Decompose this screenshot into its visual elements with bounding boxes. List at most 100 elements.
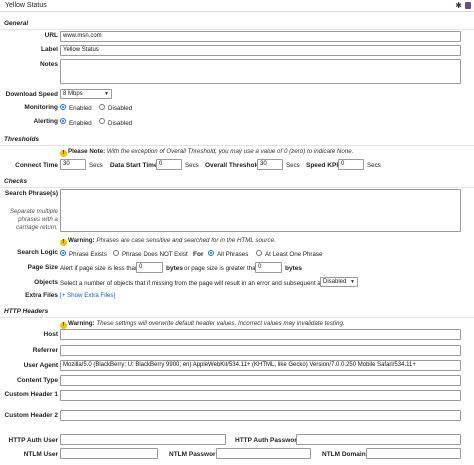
show-extra-files-link[interactable]: [+ Show Extra Files] [60,292,115,299]
data-start-unit: Secs [185,162,199,169]
divider [0,145,474,146]
window-title: Yellow Status [5,2,47,9]
custom-header-1-field[interactable] [60,390,461,401]
http-auth-user-field[interactable] [60,434,226,445]
http-auth-user-label: HTTP Auth User [8,437,58,444]
at-least-one-radio[interactable] [256,250,262,256]
host-field[interactable] [60,329,461,340]
page-size-greater-unit: bytes [285,265,302,272]
custom-header-1-label: Custom Header 1 [4,391,58,398]
page-size-less-text: Alert if page size is less than [60,265,139,272]
connect-time-unit: Secs [89,162,103,169]
overall-threshold-label: Overall Threshold [205,162,261,169]
http-auth-password-field[interactable] [296,434,461,445]
monitoring-label: Monitoring [24,104,58,111]
headers-warning-text: These settings will overwrite default he… [96,320,345,327]
objects-select[interactable]: Disabled ▼ [320,277,358,287]
alerting-enabled-label: Enabled [69,120,92,127]
chevron-down-icon: ▼ [104,91,109,97]
headers-warning-bold: Warning: [68,320,95,327]
http-auth-password-label: HTTP Auth Password [235,437,301,444]
custom-header-2-label: Custom Header 2 [4,412,58,419]
pin-icon[interactable]: ✱ [455,1,462,10]
alerting-enabled-radio[interactable] [60,118,66,124]
divider [0,187,474,188]
page-size-label: Page Size [27,264,58,271]
notes-label: Notes [39,61,58,68]
all-phrases-label: All Phrases [217,251,249,258]
warning-icon: ! [60,150,67,157]
ntlm-user-label: NTLM User [23,451,58,458]
content-type-field[interactable] [60,375,461,386]
divider [0,29,474,30]
content-type-label: Content Type [16,377,58,384]
referrer-field[interactable] [60,345,461,356]
search-phrases-textarea[interactable] [60,189,461,232]
section-checks-heading: Checks [4,178,28,185]
ntlm-domain-field[interactable] [366,448,461,459]
speed-kpi-label: Speed KPI [306,162,339,169]
download-speed-value: 8 Mbps [63,91,83,97]
download-speed-label: Download Speed [5,91,58,98]
section-thresholds-heading: Thresholds [4,136,40,143]
divider [0,317,474,318]
ntlm-password-field[interactable] [216,448,311,459]
connect-time-input[interactable]: 30 [60,159,86,170]
chevron-down-icon: ▼ [350,279,355,285]
search-logic-label: Search Logic [17,249,58,256]
page-size-or-text: or page size is greater than [184,265,259,272]
alerting-disabled-radio[interactable] [99,118,105,124]
section-general-heading: General [4,20,29,27]
headers-warning: ! Warning: These settings will overwrite … [60,320,345,329]
thresholds-note-bold: Please Note: [68,148,106,155]
alerting-label: Alerting [33,118,58,125]
search-phrases-label: Search Phrase(s) [4,190,58,197]
url-label: URL [44,32,58,39]
label-field[interactable]: Yellow Status [60,45,461,56]
for-label: For [193,251,204,258]
warning-icon: ! [60,322,67,329]
referrer-label: Referrer [32,347,58,354]
page-size-greater-input[interactable]: 0 [255,262,282,273]
extra-files-label: Extra Files [25,292,58,299]
window-titlebar: Yellow Status ✱ [0,0,474,12]
page-size-less-unit: bytes [166,265,183,272]
speed-kpi-input[interactable]: 0 [338,159,364,170]
objects-text: Select a number of objects that if missi… [60,280,332,287]
alerting-disabled-label: Disabled [108,120,133,127]
objects-select-value: Disabled [323,279,347,285]
section-http-headers-heading: HTTP Headers [4,308,49,315]
download-speed-select[interactable]: 8 Mbps ▼ [60,89,112,99]
at-least-one-label: At Least One Phrase [265,251,323,258]
trash-icon[interactable] [465,2,471,9]
label-label: Label [41,46,58,53]
overall-threshold-unit: Secs [286,162,300,169]
checks-warning: ! Warning: Phrases are case sensitive and… [60,237,276,246]
user-agent-field[interactable]: Mozilla/5.0 (BlackBerry; U; BlackBerry 9… [60,360,461,371]
custom-header-2-field[interactable] [60,410,461,421]
phrase-exists-label: Phrase Exists [69,251,107,258]
data-start-input[interactable]: 0 [156,159,182,170]
url-field[interactable]: www.msn.com [60,31,461,42]
monitoring-disabled-label: Disabled [108,105,133,112]
phrase-not-exist-label: Phrase Does NOT Exist [122,251,188,258]
phrase-not-exist-radio[interactable] [113,250,119,256]
all-phrases-radio[interactable] [208,250,214,256]
speed-kpi-unit: Secs [367,162,381,169]
notes-textarea[interactable] [60,59,461,84]
monitoring-enabled-label: Enabled [69,105,92,112]
thresholds-note: ! Please Note: With the exception of Over… [60,148,353,157]
page-size-less-input[interactable]: 0 [136,262,163,273]
user-agent-label: User Agent [23,362,58,369]
search-phrases-help: Separate multiple phrases with a carriag… [9,208,58,231]
overall-threshold-input[interactable]: 30 [257,159,283,170]
data-start-label: Data Start Time [110,162,158,169]
monitoring-enabled-radio[interactable] [60,104,66,110]
phrase-exists-radio[interactable] [60,250,66,256]
checks-warning-text: Phrases are case sensitive and searched … [96,237,276,244]
ntlm-user-field[interactable] [60,448,158,459]
monitoring-disabled-radio[interactable] [99,104,105,110]
host-label: Host [43,331,58,338]
warning-icon: ! [60,239,67,246]
ntlm-domain-label: NTLM Domain [322,451,366,458]
